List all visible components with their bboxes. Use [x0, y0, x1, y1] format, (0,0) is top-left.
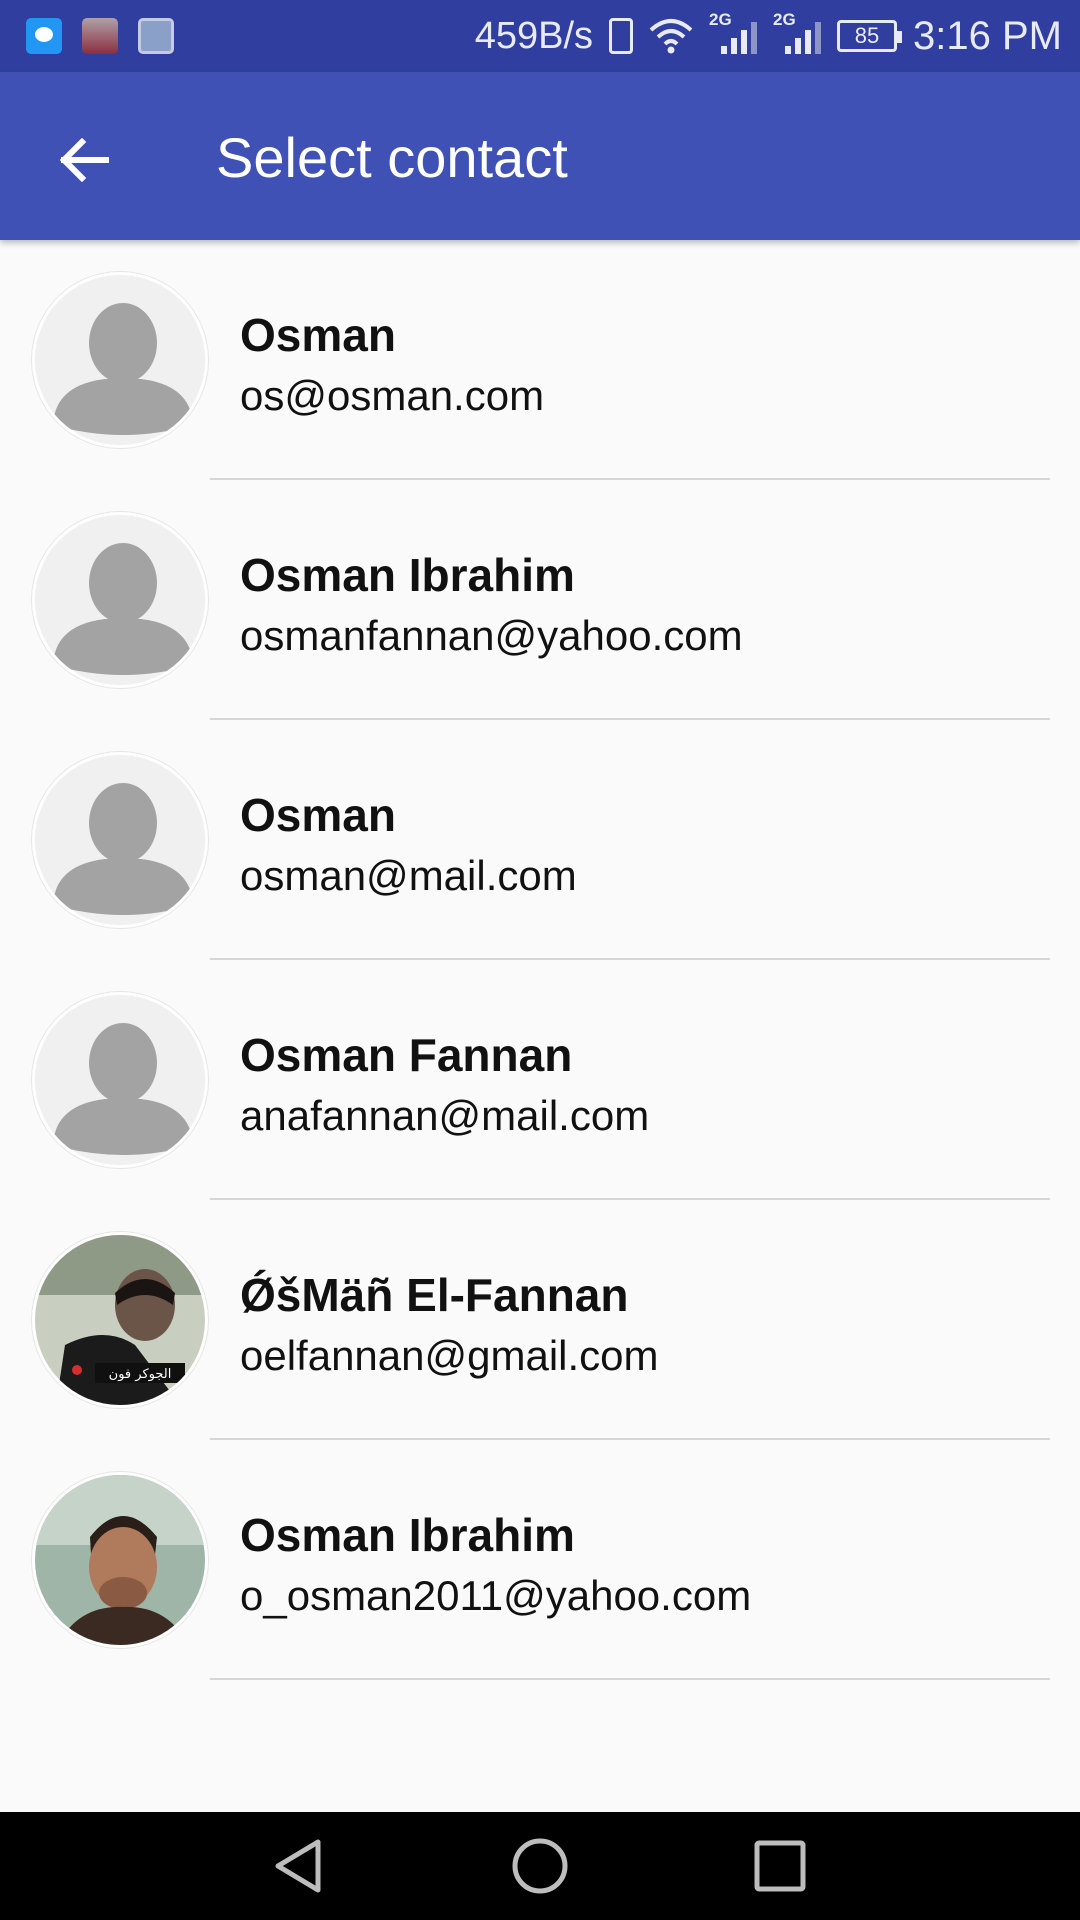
nav-back-icon[interactable] — [270, 1836, 330, 1896]
default-person-icon — [32, 512, 208, 688]
clock: 3:16 PM — [913, 13, 1062, 58]
contact-row[interactable]: Osman Fannan anafannan@mail.com — [0, 960, 1080, 1200]
contact-name: Osman Ibrahim — [240, 549, 575, 601]
default-person-icon — [32, 752, 208, 928]
notification-icons — [26, 18, 174, 54]
page-title: Select contact — [216, 126, 568, 189]
default-person-icon — [32, 272, 208, 448]
contact-row[interactable]: Osman os@osman.com — [0, 240, 1080, 480]
contact-name: Osman — [240, 309, 396, 361]
gallery-notification-icon — [138, 18, 174, 54]
contact-name: Osman Ibrahim — [240, 1509, 575, 1561]
contact-email: anafannan@mail.com — [240, 1092, 650, 1139]
status-bar: 459B/s 2G 2G 85 3:16 PM — [0, 0, 1080, 72]
contact-row[interactable]: Osman Ibrahim o_osman2011@yahoo.com — [0, 1440, 1080, 1680]
app-bar: Select contact — [0, 72, 1080, 240]
network-speed: 459B/s — [474, 14, 594, 57]
contact-email: osmanfannan@yahoo.com — [240, 612, 743, 659]
default-person-icon — [32, 992, 208, 1168]
contact-photo: الجوكر فون — [32, 1232, 208, 1408]
wifi-icon — [649, 19, 693, 54]
nav-home-icon[interactable] — [510, 1836, 570, 1896]
contact-photo — [32, 1472, 208, 1648]
photo-notification-icon — [82, 18, 118, 54]
battery-icon: 85 — [837, 20, 903, 52]
contact-name: Osman Fannan — [240, 1029, 573, 1081]
contact-email: oelfannan@gmail.com — [240, 1332, 659, 1379]
message-notification-icon — [26, 18, 62, 54]
contact-row[interactable]: Osman Ibrahim osmanfannan@yahoo.com — [0, 480, 1080, 720]
divider — [210, 1678, 1050, 1680]
contact-email: os@osman.com — [240, 372, 545, 419]
vibrate-icon — [609, 18, 634, 54]
contact-row[interactable]: Osman osman@mail.com — [0, 720, 1080, 960]
navigation-bar — [0, 1812, 1080, 1920]
contact-email: o_osman2011@yahoo.com — [240, 1572, 752, 1619]
svg-text:الجوكر فون: الجوكر فون — [109, 1367, 172, 1382]
contact-row[interactable]: الجوكر فون ǾšMäñ El-Fannan oelfannan@gma… — [0, 1200, 1080, 1440]
back-button[interactable] — [40, 116, 128, 204]
arrow-back-icon — [59, 138, 109, 182]
contact-email: osman@mail.com — [240, 852, 577, 899]
nav-recents-icon[interactable] — [750, 1836, 810, 1896]
contact-name: ǾšMäñ El-Fannan — [240, 1269, 629, 1321]
signal-icon: 2G — [773, 10, 822, 56]
signal-icon: 2G — [709, 10, 758, 56]
contact-list: Osman os@osman.com Osman Ibrahim osmanfa… — [0, 240, 1080, 1680]
contact-name: Osman — [240, 789, 396, 841]
